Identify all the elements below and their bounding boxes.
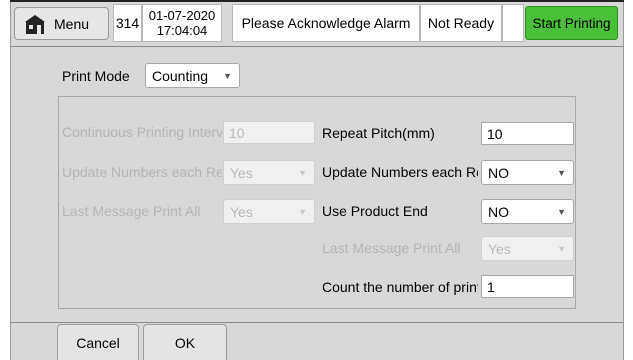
ok-button[interactable]: OK [143,324,227,360]
start-printing-button[interactable]: Start Printing [525,6,618,40]
chevron-down-icon: ▼ [557,167,566,178]
cancel-button[interactable]: Cancel [57,324,139,360]
printer-status: Not Ready [420,4,502,42]
print-mode-value: Counting [152,67,209,84]
date-text: 01-07-2020 [148,8,216,23]
print-mode-label: Print Mode [62,68,130,84]
left-update-numbers-select[interactable]: Yes ▼ [223,160,315,185]
last-message-label: Last Message Print All [322,240,461,256]
chevron-down-icon: ▼ [298,206,307,217]
print-count-input[interactable]: 1 [481,275,574,298]
update-numbers-select[interactable]: NO ▼ [481,160,574,185]
menu-button[interactable]: Menu [14,7,109,40]
alarm-message[interactable]: Please Acknowledge Alarm [232,4,420,42]
continuous-interval-input[interactable]: 10 [223,121,315,144]
print-mode-select[interactable]: Counting ▼ [145,63,240,88]
status-indicator [502,4,524,42]
print-count-label: Count the number of print [322,279,478,295]
repeat-pitch-input[interactable]: 10 [481,122,574,145]
footer-divider [10,322,623,323]
repeat-pitch-label: Repeat Pitch(mm) [322,125,435,141]
update-numbers-label: Update Numbers each Re [322,164,478,180]
left-update-numbers-value: Yes [230,164,253,181]
left-last-message-label: Last Message Print All [62,203,201,219]
chevron-down-icon: ▼ [557,206,566,217]
left-last-message-value: Yes [230,203,253,220]
left-update-numbers-label: Update Numbers each Re [62,164,222,180]
chevron-down-icon: ▼ [557,243,566,254]
top-border [10,0,624,2]
continuous-interval-label: Continuous Printing Interv [62,124,222,140]
left-last-message-select[interactable]: Yes ▼ [223,199,315,224]
chevron-down-icon: ▼ [223,70,232,81]
chevron-down-icon: ▼ [298,167,307,178]
use-product-end-value: NO [488,203,509,220]
update-numbers-value: NO [488,164,509,181]
time-text: 17:04:04 [156,23,208,38]
datetime-display: 01-07-2020 17:04:04 [142,4,222,42]
last-message-select[interactable]: Yes ▼ [481,236,574,261]
use-product-end-select[interactable]: NO ▼ [481,199,574,224]
menu-label: Menu [54,15,90,32]
last-message-value: Yes [488,240,511,257]
use-product-end-label: Use Product End [322,203,428,219]
message-count: 314 [113,4,142,42]
home-icon [25,14,45,34]
header-divider [10,46,623,47]
